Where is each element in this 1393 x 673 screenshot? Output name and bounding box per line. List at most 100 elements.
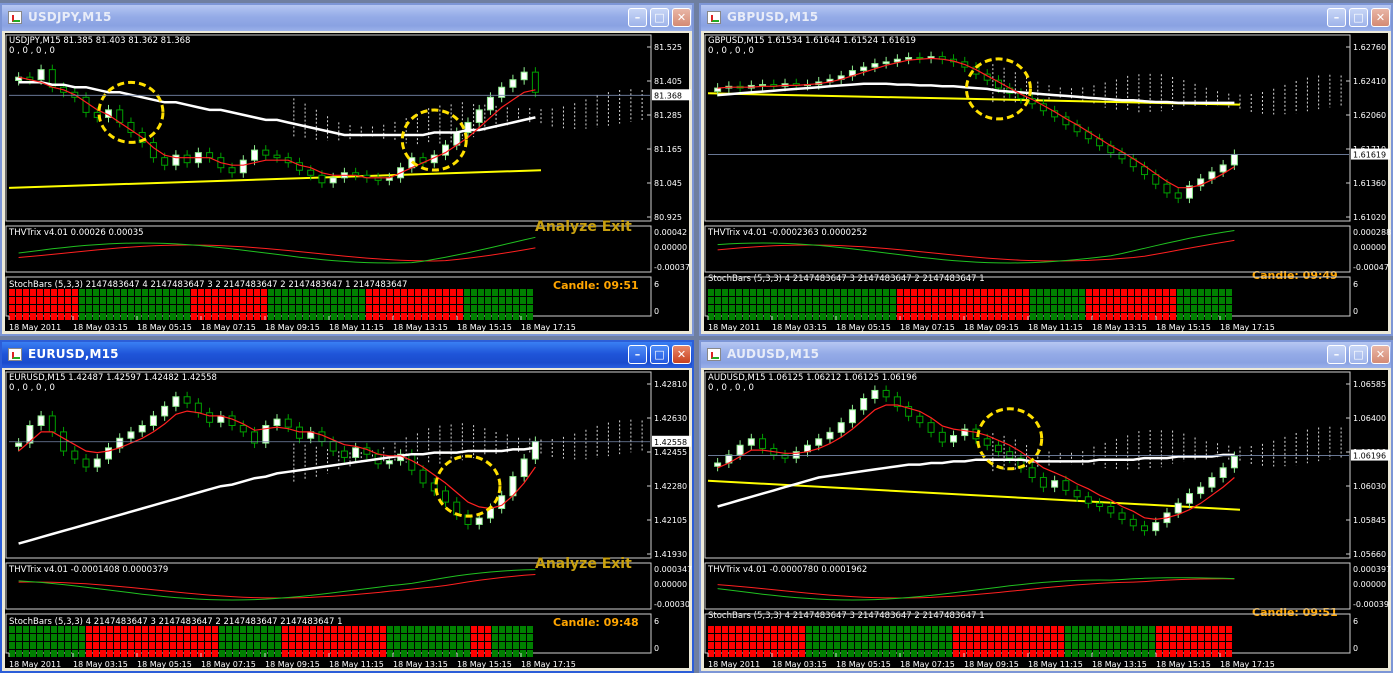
stoch-cell [722,650,728,657]
stoch-cell [1142,305,1148,312]
window-titlebar[interactable]: USDJPY,M15 – □ ✕ [2,5,692,31]
stoch-cell [1079,305,1085,312]
stoch-cell [736,297,742,304]
minimize-button[interactable]: – [628,8,647,27]
stoch-cell [37,626,43,633]
chart-window-eurusd[interactable]: EURUSD,M15 – □ ✕ EURUSD,M15 1.42487 1.42… [0,340,694,673]
stoch-cell [205,642,211,649]
stoch-cell [778,642,784,649]
price-axis-label: 1.62410 [1353,77,1386,86]
stoch-cell [121,650,127,657]
chart-canvas[interactable]: EURUSD,M15 1.42487 1.42597 1.42482 1.425… [5,370,692,669]
trix-header: THVTrix v4.01 -0.0001408 0.0000379 [8,565,168,575]
candle-body [127,431,135,439]
stoch-cell [904,642,910,649]
window-titlebar[interactable]: EURUSD,M15 – □ ✕ [2,342,692,368]
stoch-axis-label: 6 [654,280,659,289]
minimize-button[interactable]: – [628,345,647,364]
close-button[interactable]: ✕ [672,8,691,27]
stoch-cell [967,313,973,320]
stoch-cell [247,305,253,312]
stoch-cell [708,297,714,304]
candle-body [1107,505,1115,514]
stoch-cell [373,626,379,633]
price-axis-label: 1.06030 [1353,482,1386,491]
stoch-cell [58,626,64,633]
stoch-cell [373,289,379,296]
minimize-button[interactable]: – [1327,345,1346,364]
stoch-cell [401,313,407,320]
chart-canvas[interactable]: USDJPY,M15 81.385 81.403 81.362 81.368 0… [5,33,691,332]
candle-body [183,154,191,164]
stoch-cell [813,642,819,649]
trix-axis-label: 0.00000 [654,580,687,589]
stoch-cell [729,289,735,296]
stoch-cell [806,297,812,304]
stoch-cell [1191,313,1197,320]
stoch-cell [345,297,351,304]
chart-svg[interactable]: USDJPY,M15 81.385 81.403 81.362 81.368 0… [5,33,693,335]
candle-body [1208,171,1216,180]
stoch-cell [834,289,840,296]
stoch-cell [464,634,470,641]
chart-svg[interactable]: EURUSD,M15 1.42487 1.42597 1.42482 1.425… [5,370,693,672]
close-button[interactable]: ✕ [1371,8,1390,27]
stoch-cell [303,297,309,304]
candle-body [318,174,326,184]
stoch-cell [855,297,861,304]
stoch-cell [946,305,952,312]
stoch-cell [1086,626,1092,633]
chart-window-audusd[interactable]: AUDUSD,M15 – □ ✕ AUDUSD,M15 1.06125 1.06… [699,340,1393,673]
chart-svg[interactable]: AUDUSD,M15 1.06125 1.06212 1.06125 1.061… [704,370,1392,672]
chart-canvas[interactable]: AUDUSD,M15 1.06125 1.06212 1.06125 1.061… [704,370,1391,669]
window-titlebar[interactable]: GBPUSD,M15 – □ ✕ [701,5,1391,31]
chart-window-usdjpy[interactable]: USDJPY,M15 – □ ✕ USDJPY,M15 81.385 81.40… [0,3,694,336]
close-button[interactable]: ✕ [1371,345,1390,364]
stoch-cell [499,626,505,633]
stoch-cell [499,297,505,304]
maximize-button[interactable]: □ [650,8,669,27]
stoch-cell [471,297,477,304]
trix-header: THVTrix v4.01 0.00026 0.00035 [8,228,144,238]
stoch-cell [100,650,106,657]
chart-svg[interactable]: GBPUSD,M15 1.61534 1.61644 1.61524 1.616… [704,33,1392,335]
stoch-cell [904,634,910,641]
trix-axis-label: 0.000397 [1353,565,1391,574]
stoch-cell [156,313,162,320]
stoch-cell [429,305,435,312]
window-titlebar[interactable]: AUDUSD,M15 – □ ✕ [701,342,1391,368]
candles-group [15,64,539,188]
stoch-cell [841,634,847,641]
stoch-cell [757,297,763,304]
stoch-cell [1198,634,1204,641]
chart-canvas[interactable]: GBPUSD,M15 1.61534 1.61644 1.61524 1.616… [704,33,1391,332]
stoch-cell [960,650,966,657]
stoch-cell [715,642,721,649]
minimize-button[interactable]: – [1327,8,1346,27]
stoch-cell [813,289,819,296]
chart-window-gbpusd[interactable]: GBPUSD,M15 – □ ✕ GBPUSD,M15 1.61534 1.61… [699,3,1393,336]
stoch-axis-label: 0 [1353,644,1358,653]
stoch-cell [478,626,484,633]
stoch-cell [429,650,435,657]
maximize-button[interactable]: □ [1349,8,1368,27]
stoch-cell [226,297,232,304]
time-axis-label: 18 May 13:15 [1092,660,1147,669]
close-button[interactable]: ✕ [672,345,691,364]
maximize-button[interactable]: □ [1349,345,1368,364]
stoch-cell [1170,297,1176,304]
stoch-cell [275,626,281,633]
stoch-cell [1009,634,1015,641]
stoch-cell [79,289,85,296]
indicator-values: 0 , 0 , 0 , 0 [708,383,754,393]
stoch-cell [1037,313,1043,320]
stoch-cell [1170,634,1176,641]
stoch-cell [1128,626,1134,633]
stoch-cell [303,634,309,641]
stoch-cell [191,313,197,320]
stoch-cell [359,313,365,320]
stoch-cell [778,297,784,304]
maximize-button[interactable]: □ [650,345,669,364]
stoch-cell [79,650,85,657]
stoch-cell [1079,626,1085,633]
